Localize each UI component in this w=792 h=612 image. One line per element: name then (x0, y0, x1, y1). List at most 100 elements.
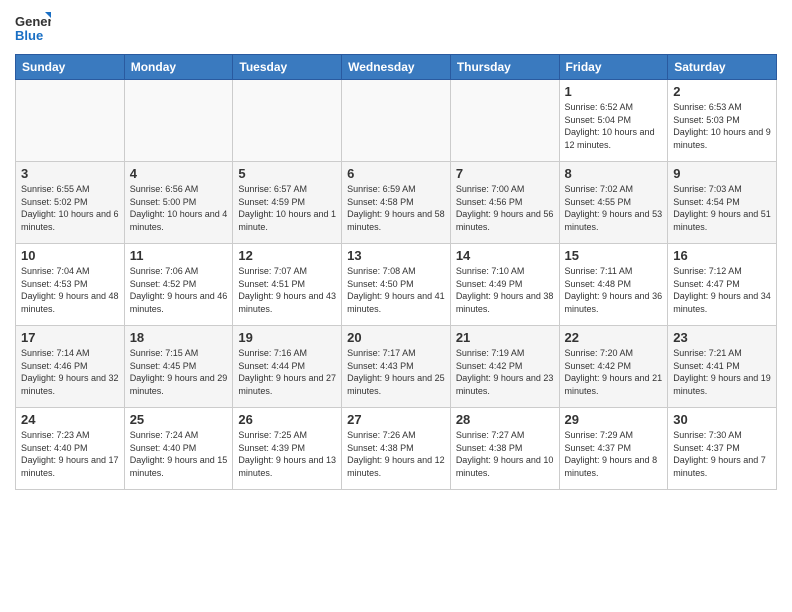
calendar-cell: 24 Sunrise: 7:23 AM Sunset: 4:40 PM Dayli… (16, 408, 125, 490)
weekday-header: Wednesday (342, 55, 451, 80)
day-number: 27 (347, 412, 445, 427)
calendar-cell: 4 Sunrise: 6:56 AM Sunset: 5:00 PM Daylig… (124, 162, 233, 244)
day-number: 25 (130, 412, 228, 427)
calendar-week-row: 3 Sunrise: 6:55 AM Sunset: 5:02 PM Daylig… (16, 162, 777, 244)
weekday-header: Thursday (450, 55, 559, 80)
calendar-cell: 16Sunrise: 7:12 AM Sunset: 4:47 PM Dayli… (668, 244, 777, 326)
calendar-body: 1Sunrise: 6:52 AM Sunset: 5:04 PM Daylig… (16, 80, 777, 490)
day-info: Sunrise: 7:04 AM Sunset: 4:53 PM Dayligh… (21, 265, 119, 315)
day-number: 29 (565, 412, 663, 427)
day-number: 18 (130, 330, 228, 345)
day-info: Sunrise: 6:56 AM Sunset: 5:00 PM Dayligh… (130, 183, 228, 233)
day-info: Sunrise: 7:16 AM Sunset: 4:44 PM Dayligh… (238, 347, 336, 397)
calendar-cell: 21 Sunrise: 7:19 AM Sunset: 4:42 PM Dayli… (450, 326, 559, 408)
calendar-cell: 17 Sunrise: 7:14 AM Sunset: 4:46 PM Dayli… (16, 326, 125, 408)
calendar-cell: 2Sunrise: 6:53 AM Sunset: 5:03 PM Daylig… (668, 80, 777, 162)
day-info: Sunrise: 7:23 AM Sunset: 4:40 PM Dayligh… (21, 429, 119, 479)
day-info: Sunrise: 7:10 AM Sunset: 4:49 PM Dayligh… (456, 265, 554, 315)
calendar-week-row: 10 Sunrise: 7:04 AM Sunset: 4:53 PM Dayli… (16, 244, 777, 326)
calendar-cell: 23Sunrise: 7:21 AM Sunset: 4:41 PM Dayli… (668, 326, 777, 408)
calendar-cell (124, 80, 233, 162)
day-info: Sunrise: 7:08 AM Sunset: 4:50 PM Dayligh… (347, 265, 445, 315)
calendar-cell: 29 Sunrise: 7:29 AM Sunset: 4:37 PM Dayli… (559, 408, 668, 490)
calendar-cell: 10 Sunrise: 7:04 AM Sunset: 4:53 PM Dayli… (16, 244, 125, 326)
logo-svg: General Blue (15, 10, 51, 46)
day-info: Sunrise: 6:59 AM Sunset: 4:58 PM Dayligh… (347, 183, 445, 233)
day-info: Sunrise: 6:53 AM Sunset: 5:03 PM Dayligh… (673, 101, 771, 151)
svg-text:Blue: Blue (15, 28, 43, 43)
day-number: 7 (456, 166, 554, 181)
calendar-cell (16, 80, 125, 162)
day-number: 3 (21, 166, 119, 181)
calendar-cell: 28 Sunrise: 7:27 AM Sunset: 4:38 PM Dayli… (450, 408, 559, 490)
day-info: Sunrise: 6:57 AM Sunset: 4:59 PM Dayligh… (238, 183, 336, 233)
day-info: Sunrise: 7:03 AM Sunset: 4:54 PM Dayligh… (673, 183, 771, 233)
day-number: 17 (21, 330, 119, 345)
calendar-container: General Blue SundayMondayTuesdayWednesda… (0, 0, 792, 500)
calendar-cell: 14 Sunrise: 7:10 AM Sunset: 4:49 PM Dayli… (450, 244, 559, 326)
calendar-cell (342, 80, 451, 162)
logo: General Blue (15, 10, 51, 46)
day-number: 24 (21, 412, 119, 427)
calendar-cell: 6Sunrise: 6:59 AM Sunset: 4:58 PM Daylig… (342, 162, 451, 244)
calendar-table: SundayMondayTuesdayWednesdayThursdayFrid… (15, 54, 777, 490)
day-info: Sunrise: 6:52 AM Sunset: 5:04 PM Dayligh… (565, 101, 663, 151)
calendar-cell (233, 80, 342, 162)
calendar-cell: 26 Sunrise: 7:25 AM Sunset: 4:39 PM Dayli… (233, 408, 342, 490)
day-info: Sunrise: 7:00 AM Sunset: 4:56 PM Dayligh… (456, 183, 554, 233)
day-number: 26 (238, 412, 336, 427)
header: General Blue (15, 10, 777, 46)
calendar-cell: 8 Sunrise: 7:02 AM Sunset: 4:55 PM Daylig… (559, 162, 668, 244)
calendar-cell (450, 80, 559, 162)
day-info: Sunrise: 7:14 AM Sunset: 4:46 PM Dayligh… (21, 347, 119, 397)
calendar-week-row: 17 Sunrise: 7:14 AM Sunset: 4:46 PM Dayli… (16, 326, 777, 408)
day-info: Sunrise: 6:55 AM Sunset: 5:02 PM Dayligh… (21, 183, 119, 233)
day-number: 19 (238, 330, 336, 345)
day-info: Sunrise: 7:29 AM Sunset: 4:37 PM Dayligh… (565, 429, 663, 479)
day-number: 23 (673, 330, 771, 345)
day-number: 10 (21, 248, 119, 263)
day-number: 22 (565, 330, 663, 345)
calendar-header: SundayMondayTuesdayWednesdayThursdayFrid… (16, 55, 777, 80)
day-info: Sunrise: 7:17 AM Sunset: 4:43 PM Dayligh… (347, 347, 445, 397)
day-number: 11 (130, 248, 228, 263)
calendar-cell: 19 Sunrise: 7:16 AM Sunset: 4:44 PM Dayli… (233, 326, 342, 408)
weekday-header: Friday (559, 55, 668, 80)
day-info: Sunrise: 7:07 AM Sunset: 4:51 PM Dayligh… (238, 265, 336, 315)
day-number: 21 (456, 330, 554, 345)
day-number: 12 (238, 248, 336, 263)
day-info: Sunrise: 7:19 AM Sunset: 4:42 PM Dayligh… (456, 347, 554, 397)
day-number: 14 (456, 248, 554, 263)
svg-text:General: General (15, 14, 51, 29)
day-info: Sunrise: 7:26 AM Sunset: 4:38 PM Dayligh… (347, 429, 445, 479)
calendar-cell: 11 Sunrise: 7:06 AM Sunset: 4:52 PM Dayli… (124, 244, 233, 326)
calendar-cell: 9 Sunrise: 7:03 AM Sunset: 4:54 PM Daylig… (668, 162, 777, 244)
day-number: 28 (456, 412, 554, 427)
day-info: Sunrise: 7:27 AM Sunset: 4:38 PM Dayligh… (456, 429, 554, 479)
day-number: 4 (130, 166, 228, 181)
calendar-cell: 27 Sunrise: 7:26 AM Sunset: 4:38 PM Dayli… (342, 408, 451, 490)
day-number: 30 (673, 412, 771, 427)
day-info: Sunrise: 7:30 AM Sunset: 4:37 PM Dayligh… (673, 429, 771, 479)
day-number: 9 (673, 166, 771, 181)
day-number: 13 (347, 248, 445, 263)
day-info: Sunrise: 7:15 AM Sunset: 4:45 PM Dayligh… (130, 347, 228, 397)
weekday-row: SundayMondayTuesdayWednesdayThursdayFrid… (16, 55, 777, 80)
day-number: 20 (347, 330, 445, 345)
day-info: Sunrise: 7:11 AM Sunset: 4:48 PM Dayligh… (565, 265, 663, 315)
calendar-cell: 1Sunrise: 6:52 AM Sunset: 5:04 PM Daylig… (559, 80, 668, 162)
day-number: 8 (565, 166, 663, 181)
calendar-cell: 12 Sunrise: 7:07 AM Sunset: 4:51 PM Dayli… (233, 244, 342, 326)
day-info: Sunrise: 7:25 AM Sunset: 4:39 PM Dayligh… (238, 429, 336, 479)
day-info: Sunrise: 7:02 AM Sunset: 4:55 PM Dayligh… (565, 183, 663, 233)
day-number: 5 (238, 166, 336, 181)
calendar-cell: 7 Sunrise: 7:00 AM Sunset: 4:56 PM Daylig… (450, 162, 559, 244)
weekday-header: Tuesday (233, 55, 342, 80)
calendar-cell: 25 Sunrise: 7:24 AM Sunset: 4:40 PM Dayli… (124, 408, 233, 490)
calendar-week-row: 24 Sunrise: 7:23 AM Sunset: 4:40 PM Dayli… (16, 408, 777, 490)
calendar-cell: 13 Sunrise: 7:08 AM Sunset: 4:50 PM Dayli… (342, 244, 451, 326)
calendar-cell: 15Sunrise: 7:11 AM Sunset: 4:48 PM Dayli… (559, 244, 668, 326)
day-info: Sunrise: 7:20 AM Sunset: 4:42 PM Dayligh… (565, 347, 663, 397)
day-info: Sunrise: 7:06 AM Sunset: 4:52 PM Dayligh… (130, 265, 228, 315)
day-info: Sunrise: 7:24 AM Sunset: 4:40 PM Dayligh… (130, 429, 228, 479)
